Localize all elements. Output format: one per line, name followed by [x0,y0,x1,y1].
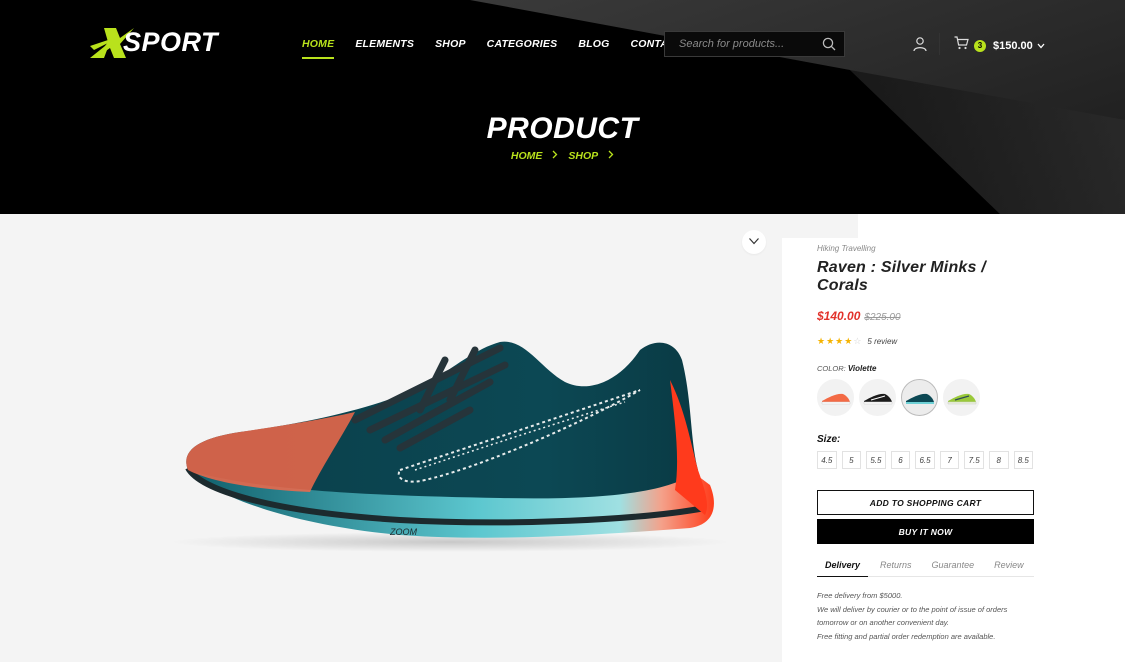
cart-total: $150.00 [993,39,1033,52]
tab-guarantee[interactable]: Guarantee [924,560,983,576]
rating-row: ★ ★ ★ ★ ☆ 5 review [817,337,1033,347]
nav-item-elements[interactable]: ELEMENTS [355,30,414,58]
logo-text: SPORT [123,27,219,57]
review-count[interactable]: 5 review [867,337,897,346]
size-option[interactable]: 7.5 [964,451,984,469]
main-nav: HOME ELEMENTS SHOP CATEGORIES BLOG CONTA… [302,30,703,59]
nav-item-blog[interactable]: BLOG [578,30,609,58]
page-header: SPORT HOME ELEMENTS SHOP CATEGORIES BLOG… [0,0,1125,214]
star-icon: ★ [826,336,835,346]
size-option[interactable]: 6.5 [915,451,935,469]
chevron-right-icon [552,150,558,162]
size-option[interactable]: 7 [939,451,960,469]
site-logo[interactable]: SPORT [90,26,250,60]
price-row: $140.00 $225.00 [817,309,1033,323]
search-box [664,31,845,57]
breadcrumb-home[interactable]: HOME [511,150,543,162]
swatch-orange[interactable] [817,379,854,416]
add-to-cart-button[interactable]: ADD TO SHOPPING CART [817,490,1034,515]
size-option[interactable]: 4.5 [817,451,837,469]
buy-now-button[interactable]: BUY IT NOW [817,519,1034,544]
page-title: PRODUCT [486,112,639,145]
chevron-right-icon [608,150,614,162]
color-swatches [817,379,1033,416]
shoe-thumbnail-icon [947,393,976,404]
product-image: ZOOM [170,320,730,560]
shoe-thumbnail-icon [863,393,892,404]
shoe-thumbnail-icon [821,393,850,404]
delivery-info: Free delivery from $5000. We will delive… [817,589,1033,643]
star-empty-icon: ☆ [853,336,862,346]
size-option[interactable]: 8 [988,451,1009,469]
color-label-text: COLOR: [817,364,846,373]
user-account-icon[interactable] [912,36,928,52]
tab-review[interactable]: Review [986,560,1032,576]
chevron-down-icon [1037,41,1045,51]
swatch-black[interactable] [859,379,896,416]
svg-text:ZOOM: ZOOM [389,527,417,537]
delivery-line: We will deliver by courier or to the poi… [817,604,1008,614]
star-icon: ★ [817,336,826,346]
product-title: Raven : Silver Minks / Corals [817,259,986,294]
size-option[interactable]: 5.5 [866,451,886,469]
breadcrumb-shop[interactable]: SHOP [568,150,598,162]
swatch-lime[interactable] [943,379,980,416]
delivery-line: Free delivery from $5000. [817,591,903,600]
star-rating: ★ ★ ★ ★ ☆ [817,337,861,346]
nav-item-categories[interactable]: CATEGORIES [487,30,558,58]
size-label: Size: [817,434,841,445]
delivery-line: Free fitting and partial order redemptio… [817,631,996,641]
current-price: $140.00 [817,309,861,323]
nav-item-shop[interactable]: SHOP [435,30,466,58]
size-option[interactable]: 8.5 [1013,451,1034,469]
search-input[interactable] [679,38,822,50]
nav-item-home[interactable]: HOME [302,30,335,59]
star-icon: ★ [835,336,844,346]
search-icon[interactable] [822,37,836,51]
tab-delivery[interactable]: Delivery [817,560,869,577]
product-details: Hiking Travelling Raven : Silver Minks /… [817,244,1034,643]
size-options: 4.5 5 5.5 6 6.5 7 7.5 8 8.5 [817,451,1034,469]
shoe-thumbnail-icon [905,393,934,404]
cart-icon [954,36,969,55]
gallery-edge [782,214,858,238]
wishlist-button[interactable] [742,230,766,254]
size-option[interactable]: 6 [890,451,911,469]
size-option[interactable]: 5 [841,451,862,469]
cart-count-badge: 3 [974,39,986,52]
breadcrumb: HOME SHOP [0,150,1125,162]
product-category[interactable]: Hiking Travelling [817,244,1033,253]
cart-button[interactable]: 3 $150.00 [954,36,1045,55]
swatch-teal[interactable] [901,379,938,416]
color-value: Violette [847,364,877,373]
header-divider [939,33,940,55]
color-label: COLOR: Violette [817,364,1033,373]
old-price: $225.00 [864,312,901,323]
product-info-tabs: Delivery Returns Guarantee Review [817,560,1034,577]
star-icon: ★ [844,336,853,346]
heart-icon [748,233,760,251]
tab-returns[interactable]: Returns [872,560,920,576]
delivery-line: tomorrow or on another convenient day. [817,618,950,627]
